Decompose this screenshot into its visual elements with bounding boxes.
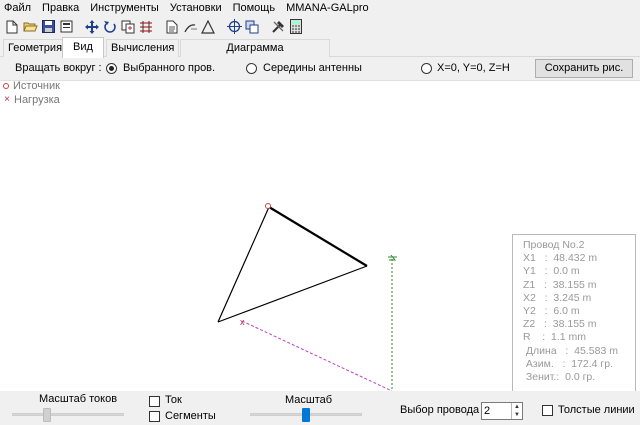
source-icon (3, 83, 9, 90)
load-marker: x (240, 317, 245, 327)
tab-bar: Геометрия Вид Вычисления Диаграмма напра… (0, 37, 640, 70)
wire-info-box: Провод No.2 X1 : 48.432 m Y1 : 0.0 m Z1 … (512, 234, 636, 412)
menu-mmana-galpro[interactable]: MMANA-GALpro (282, 0, 376, 16)
tools-icon[interactable] (270, 19, 286, 35)
radio-selected-wire[interactable] (106, 63, 117, 74)
wire-select-spinner[interactable]: 2 ▲ ▼ (481, 402, 523, 420)
segments-checkbox-label: Сегменты (165, 410, 216, 422)
menu-tools[interactable]: Инструменты (86, 0, 166, 16)
wire-info-y2: Y2 : 6.0 m (523, 304, 580, 317)
save-icon[interactable] (40, 19, 56, 35)
menu-edit[interactable]: Правка (38, 0, 86, 16)
triangle-icon[interactable] (200, 19, 216, 35)
calculator-icon[interactable] (288, 19, 304, 35)
legend: Источник × Нагрузка (3, 79, 60, 107)
tab-radiation-pattern[interactable]: Диаграмма направленности (180, 39, 330, 70)
thick-lines-label: Толстые линии (558, 404, 635, 416)
copy-icon[interactable] (120, 19, 136, 35)
spin-up-icon[interactable]: ▲ (512, 403, 522, 411)
legend-load-label: Нагрузка (14, 94, 60, 106)
rotate-bar: Вращать вокруг : Выбранного пров. Середи… (0, 57, 640, 81)
wire-info-x1: X1 : 48.432 m (523, 252, 598, 265)
target-icon[interactable] (226, 19, 242, 35)
tab-view[interactable]: Вид (62, 37, 104, 58)
wire-selected[interactable] (268, 206, 368, 267)
thick-lines-checkbox[interactable] (542, 405, 553, 416)
wire-3[interactable] (217, 265, 368, 323)
align-icon[interactable] (138, 19, 154, 35)
duplicate-icon[interactable] (244, 19, 260, 35)
wire-info-z1: Z1 : 38.155 m (523, 278, 597, 291)
current-checkbox[interactable] (149, 396, 160, 407)
wire-select-value[interactable]: 2 (482, 403, 511, 419)
toolbar (0, 16, 640, 37)
current-scale-slider[interactable] (43, 408, 52, 422)
tab-calculations[interactable]: Вычисления (106, 39, 179, 57)
current-checkbox-label: Ток (165, 394, 182, 406)
wire-info-radius: R : 1.1 mm (523, 331, 587, 344)
segments-checkbox[interactable] (149, 411, 160, 422)
wire-1[interactable] (217, 206, 270, 323)
radio-antenna-center-label: Середины антенны (263, 62, 362, 74)
radio-antenna-center[interactable] (246, 63, 257, 74)
menu-settings[interactable]: Установки (166, 0, 229, 16)
move-icon[interactable] (84, 19, 100, 35)
scale-slider[interactable] (302, 408, 310, 422)
wire-select-label: Выбор провода (400, 404, 480, 416)
wire-select-buttons: ▲ ▼ (511, 403, 522, 419)
radio-origin[interactable] (421, 63, 432, 74)
scale-label: Масштаб (285, 394, 333, 406)
legend-source: Источник (3, 79, 60, 93)
current-scale-label: Масштаб токов (39, 393, 118, 405)
rotate-label: Вращать вокруг : (15, 62, 102, 74)
bottom-bar: Масштаб токов Ток Сегменты Масштаб Выбор… (0, 391, 640, 425)
menu-file[interactable]: Файл (0, 0, 38, 16)
spin-down-icon[interactable]: ▼ (512, 411, 522, 419)
tab-geometry[interactable]: Геометрия (3, 39, 63, 57)
wire-info-title: Провод No.2 (523, 239, 585, 251)
radio-selected-wire-label: Выбранного пров. (123, 62, 216, 74)
rotate-icon[interactable] (102, 19, 118, 35)
open-folder-icon[interactable] (22, 19, 38, 35)
antenna-wires (217, 206, 368, 323)
wire-info-azimuth: Азим. : 172.4 гр. (523, 357, 614, 370)
wire-info-zenith: Зенит.: 0.0 гр. (523, 370, 596, 383)
wire-info-x2: X2 : 3.245 m (523, 291, 592, 304)
load-icon: × (4, 94, 10, 106)
save-image-button[interactable]: Сохранить рис. (535, 59, 633, 78)
radio-origin-label: X=0, Y=0, Z=H (437, 62, 510, 74)
load-line (241, 320, 393, 391)
print-icon[interactable] (58, 19, 74, 35)
legend-source-label: Источник (13, 80, 60, 92)
document-icon[interactable] (164, 19, 180, 35)
view-panel: x Вращать вокруг : Выбранного пров. Сере… (0, 57, 640, 412)
menu-help[interactable]: Помощь (229, 0, 283, 16)
legend-load: × Нагрузка (3, 93, 60, 107)
new-file-icon[interactable] (4, 19, 20, 35)
source-marker (265, 203, 271, 209)
magnet-icon[interactable] (182, 19, 198, 35)
menu-bar: Файл Правка Инструменты Установки Помощь… (0, 0, 640, 16)
wire-info-y1: Y1 : 0.0 m (523, 265, 580, 278)
wire-info-length: Длина : 45.583 m (523, 344, 618, 357)
wire-info-z2: Z2 : 38.155 m (523, 318, 597, 331)
current-scale-track (12, 413, 124, 416)
